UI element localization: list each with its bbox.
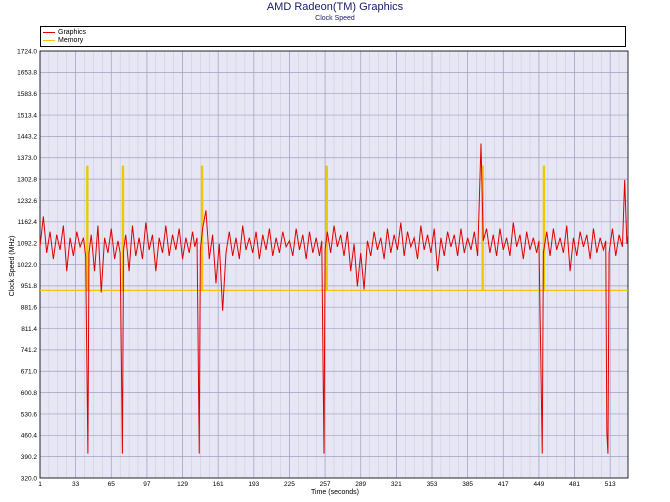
y-tick-label: 811.4 [21, 326, 37, 333]
y-tick-label: 951.8 [21, 283, 38, 290]
y-tick-label: 1092.2 [17, 240, 37, 247]
y-tick-label: 1583.6 [17, 91, 37, 98]
y-axis-label: Clock Speed (MHz) [9, 236, 16, 297]
clock-speed-chart: 1724.0 1653.8 1583.6 1513.4 1443.2 1373.0 1302… [9, 48, 629, 496]
x-tick-label: 481 [569, 481, 580, 488]
y-tick-label: 1302.8 [17, 176, 37, 183]
y-tick-label: 600.8 [21, 390, 38, 397]
x-tick-label: 65 [108, 481, 116, 488]
x-tick-label: 97 [143, 481, 151, 488]
x-tick-label: 257 [320, 481, 331, 488]
y-tick-label: 320.0 [21, 475, 38, 482]
y-tick-label: 1162.4 [18, 219, 38, 226]
x-tick-label: 353 [427, 481, 438, 488]
x-tick-label: 193 [248, 481, 259, 488]
y-tick-label: 1653.8 [17, 70, 37, 77]
x-tick-label: 289 [355, 481, 366, 488]
y-tick-label: 1724.0 [17, 48, 37, 55]
y-tick-label: 460.4 [21, 433, 38, 440]
y-tick-label: 390.2 [21, 454, 38, 461]
y-tick-label: 530.6 [21, 411, 38, 418]
y-tick-label: 1443.2 [17, 134, 37, 141]
x-tick-label: 1 [38, 481, 42, 488]
y-tick-label: 741.2 [21, 347, 38, 354]
x-tick-label: 129 [177, 481, 188, 488]
x-axis-label: Time (seconds) [311, 489, 359, 496]
y-tick-label: 1022.0 [17, 262, 37, 269]
x-tick-label: 161 [213, 481, 224, 488]
y-tick-label: 1373.0 [17, 155, 37, 162]
x-tick-label: 449 [533, 481, 544, 488]
x-tick-label: 33 [72, 481, 80, 488]
y-tick-label: 1232.6 [17, 198, 37, 205]
y-tick-label: 881.6 [21, 305, 38, 312]
y-tick-label: 671.0 [21, 369, 38, 376]
x-tick-label: 513 [605, 481, 616, 488]
x-tick-label: 417 [498, 481, 509, 488]
x-tick-label: 385 [462, 481, 473, 488]
x-tick-label: 321 [391, 481, 402, 488]
x-tick-label: 225 [284, 481, 295, 488]
y-tick-label: 1513.4 [17, 112, 37, 119]
